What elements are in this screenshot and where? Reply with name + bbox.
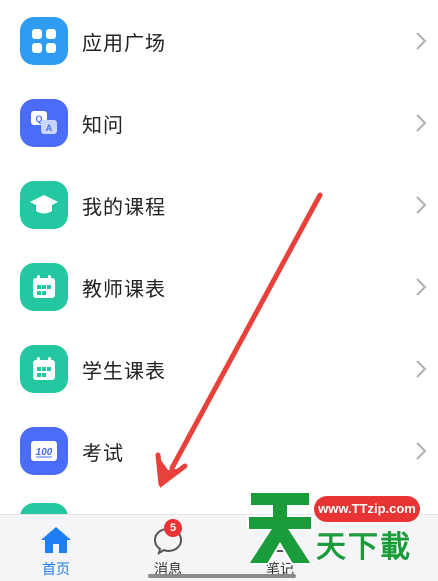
tab-home[interactable]: 首页 [16, 515, 96, 581]
chevron-right-icon [416, 196, 427, 214]
chevron-right-icon [416, 32, 427, 50]
menu-item-label: 教师课表 [82, 279, 166, 301]
watermark-text: 天下載 [316, 531, 412, 564]
menu-item-student-schedule[interactable]: 学生课表 [0, 328, 438, 410]
menu-item-teacher-schedule[interactable]: 教师课表 [0, 246, 438, 328]
exam-score-icon: 100 [20, 427, 68, 475]
home-icon [41, 527, 71, 553]
watermark-logo-icon [246, 491, 314, 565]
chevron-right-icon [416, 442, 427, 460]
menu-item-label: 学生课表 [82, 361, 166, 383]
menu-item-exam[interactable]: 100 考试 [0, 410, 438, 492]
calendar-icon [20, 345, 68, 393]
svg-text:A: A [46, 123, 53, 133]
tab-messages[interactable]: 5 消息 [128, 515, 208, 581]
menu-item-label: 知问 [82, 115, 124, 137]
chevron-right-icon [416, 114, 427, 132]
menu-item-label: 应用广场 [82, 33, 166, 55]
menu-item-label: 我的课程 [82, 197, 166, 219]
exam-icon-text: 100 [36, 447, 53, 458]
chevron-right-icon [416, 278, 427, 296]
qa-chat-icon: Q A [20, 99, 68, 147]
message-count-badge: 5 [164, 519, 182, 537]
site-watermark: www.TTzip.com 天下載 [242, 482, 438, 580]
graduation-cap-icon [20, 181, 68, 229]
menu-item-zhiwen[interactable]: Q A 知问 [0, 82, 438, 164]
menu-item-my-courses[interactable]: 我的课程 [0, 164, 438, 246]
tab-home-label: 首页 [42, 561, 70, 577]
calendar-icon [20, 263, 68, 311]
watermark-url: www.TTzip.com [314, 496, 420, 522]
chevron-right-icon [416, 360, 427, 378]
menu-item-app-square[interactable]: 应用广场 [0, 0, 438, 82]
menu-item-label: 考试 [82, 443, 124, 465]
grid-apps-icon [20, 17, 68, 65]
